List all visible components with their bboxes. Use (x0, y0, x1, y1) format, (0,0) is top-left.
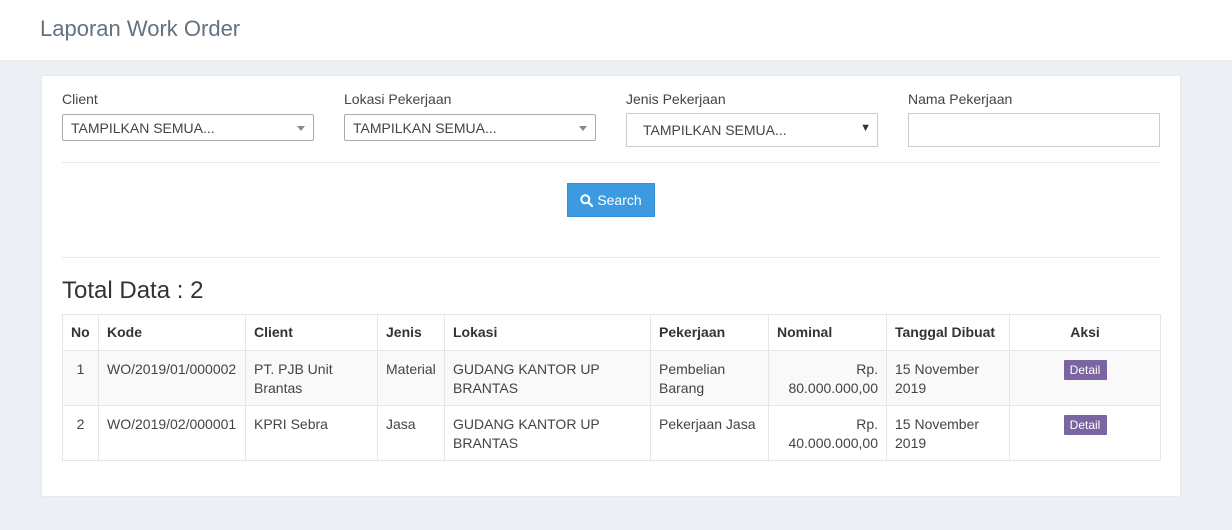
table-row: 1 WO/2019/01/000002 PT. PJB Unit Brantas… (62, 350, 1161, 406)
cell-nominal: Rp. 40.000.000,00 (768, 405, 887, 461)
col-header-lokasi: Lokasi (444, 314, 651, 351)
jenis-filter: Jenis Pekerjaan TAMPILKAN SEMUA... ▼ (626, 91, 878, 147)
chevron-down-icon (297, 126, 305, 131)
cell-kode: WO/2019/01/000002 (98, 350, 246, 406)
col-header-client: Client (245, 314, 378, 351)
cell-client: KPRI Sebra (245, 405, 378, 461)
jenis-select-value: TAMPILKAN SEMUA... (643, 122, 787, 138)
divider (62, 257, 1160, 258)
cell-tanggal: 15 November 2019 (886, 405, 1010, 461)
lokasi-label: Lokasi Pekerjaan (344, 91, 452, 107)
cell-jenis: Jasa (377, 405, 445, 461)
cell-no: 1 (62, 350, 99, 406)
total-data: Total Data : 2 (62, 277, 204, 304)
cell-lokasi: GUDANG KANTOR UP BRANTAS (444, 405, 651, 461)
table-row: 2 WO/2019/02/000001 KPRI Sebra Jasa GUDA… (62, 405, 1161, 461)
cell-kode: WO/2019/02/000001 (98, 405, 246, 461)
cell-tanggal: 15 November 2019 (886, 350, 1010, 406)
search-button[interactable]: Search (567, 183, 655, 217)
lokasi-select-value: TAMPILKAN SEMUA... (353, 120, 497, 136)
caret-down-icon: ▼ (860, 122, 871, 134)
chevron-down-icon (579, 126, 587, 131)
divider (62, 162, 1160, 163)
table-header-row: No Kode Client Jenis Lokasi Pekerjaan No… (62, 314, 1161, 351)
cell-client: PT. PJB Unit Brantas (245, 350, 378, 406)
col-header-jenis: Jenis (377, 314, 445, 351)
cell-pekerjaan: Pekerjaan Jasa (650, 405, 769, 461)
cell-pekerjaan: Pembelian Barang (650, 350, 769, 406)
col-header-pekerjaan: Pekerjaan (650, 314, 769, 351)
cell-lokasi: GUDANG KANTOR UP BRANTAS (444, 350, 651, 406)
cell-no: 2 (62, 405, 99, 461)
detail-button[interactable]: Detail (1063, 360, 1107, 380)
nama-pekerjaan-input[interactable] (908, 113, 1160, 147)
search-icon (580, 193, 594, 207)
col-header-aksi: Aksi (1009, 314, 1161, 351)
nama-label: Nama Pekerjaan (908, 91, 1013, 107)
jenis-select[interactable]: TAMPILKAN SEMUA... ▼ (626, 113, 878, 147)
lokasi-select[interactable]: TAMPILKAN SEMUA... (344, 114, 596, 141)
col-header-tanggal: Tanggal Dibuat (886, 314, 1010, 351)
jenis-label: Jenis Pekerjaan (626, 91, 726, 107)
col-header-no: No (62, 314, 99, 351)
cell-aksi: Detail (1009, 350, 1161, 406)
lokasi-filter: Lokasi Pekerjaan TAMPILKAN SEMUA... (344, 91, 596, 141)
client-select-value: TAMPILKAN SEMUA... (71, 120, 215, 136)
report-card: Client TAMPILKAN SEMUA... Lokasi Pekerja… (41, 75, 1181, 497)
col-header-kode: Kode (98, 314, 246, 351)
page-header: Laporan Work Order (0, 0, 1232, 60)
client-select[interactable]: TAMPILKAN SEMUA... (62, 114, 314, 141)
cell-nominal: Rp. 80.000.000,00 (768, 350, 887, 406)
cell-aksi: Detail (1009, 405, 1161, 461)
search-button-label: Search (597, 192, 642, 208)
cell-jenis: Material (377, 350, 445, 406)
detail-button[interactable]: Detail (1063, 415, 1107, 435)
work-order-table: No Kode Client Jenis Lokasi Pekerjaan No… (62, 314, 1161, 461)
page-title: Laporan Work Order (40, 16, 241, 41)
col-header-nominal: Nominal (768, 314, 887, 351)
client-filter: Client TAMPILKAN SEMUA... (62, 91, 314, 141)
client-label: Client (62, 91, 98, 107)
nama-filter: Nama Pekerjaan (908, 91, 1160, 147)
